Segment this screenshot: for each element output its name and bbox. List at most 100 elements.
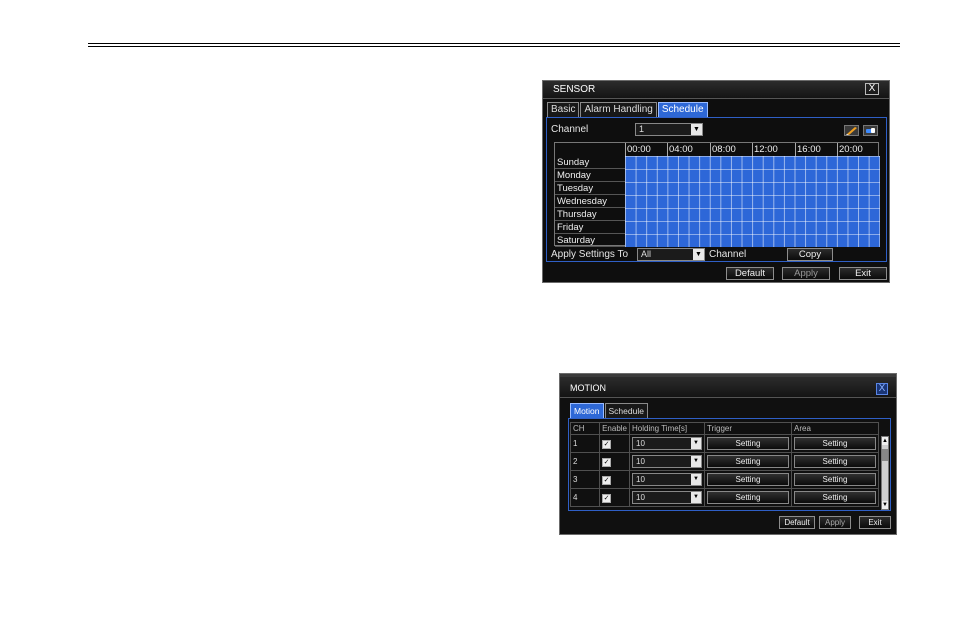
sensor-tabs: Basic Alarm Handling Schedule xyxy=(547,102,709,117)
chevron-down-icon: ▼ xyxy=(691,438,701,449)
apply-settings-label: Apply Settings To xyxy=(551,249,629,260)
tab-alarm-handling[interactable]: Alarm Handling xyxy=(580,102,657,117)
holding-time-select[interactable]: 10 ▼ xyxy=(632,491,702,504)
enable-checkbox[interactable]: ✓ xyxy=(602,493,612,503)
apply-button[interactable]: Apply xyxy=(782,267,830,280)
edit-pencil-icon[interactable] xyxy=(844,125,859,136)
hour-label: 12:00 xyxy=(752,143,778,156)
day-label: Friday xyxy=(555,221,625,234)
day-label: Sunday xyxy=(555,156,625,169)
trigger-cell: Setting xyxy=(704,452,792,471)
area-setting-button[interactable]: Setting xyxy=(794,437,876,450)
tab-schedule[interactable]: Schedule xyxy=(604,403,648,418)
header-rule-thin xyxy=(88,46,900,47)
sensor-dialog: SENSOR X Basic Alarm Handling Schedule C… xyxy=(542,80,890,283)
scroll-up-icon[interactable]: ▲ xyxy=(882,437,888,445)
hour-label: 04:00 xyxy=(667,143,693,156)
hour-header: 00:00 04:00 08:00 12:00 16:00 20:00 xyxy=(625,143,880,156)
enable-cell: ✓ xyxy=(599,452,630,471)
holding-cell: 10 ▼ xyxy=(629,452,705,471)
enable-checkbox[interactable]: ✓ xyxy=(602,439,612,449)
holding-time-select[interactable]: 10 ▼ xyxy=(632,437,702,450)
column-header: CH xyxy=(569,422,601,435)
ch-cell: 2 xyxy=(569,452,601,471)
chevron-down-icon: ▼ xyxy=(691,124,702,135)
default-button[interactable]: Default xyxy=(779,516,815,529)
sensor-title: SENSOR xyxy=(553,84,596,95)
table-row: 2 ✓ 10 ▼ Setting Setting xyxy=(569,452,879,471)
trigger-setting-button[interactable]: Setting xyxy=(707,437,789,450)
day-list: Sunday Monday Tuesday Wednesday Thursday… xyxy=(555,156,625,247)
enable-cell: ✓ xyxy=(599,470,630,489)
holding-cell: 10 ▼ xyxy=(629,470,705,489)
area-cell: Setting xyxy=(791,452,879,471)
trigger-setting-button[interactable]: Setting xyxy=(707,491,789,504)
holding-time-select[interactable]: 10 ▼ xyxy=(632,473,702,486)
ch-cell: 3 xyxy=(569,470,601,489)
apply-button[interactable]: Apply xyxy=(819,516,851,529)
channel-select[interactable]: 1 ▼ xyxy=(635,123,703,136)
holding-cell: 10 ▼ xyxy=(629,434,705,453)
area-setting-button[interactable]: Setting xyxy=(794,473,876,486)
trigger-cell: Setting xyxy=(704,488,792,507)
table-scrollbar[interactable]: ▲ ▼ xyxy=(881,436,889,510)
enable-cell: ✓ xyxy=(599,488,630,507)
tab-motion[interactable]: Motion xyxy=(570,403,604,418)
day-label: Saturday xyxy=(555,234,625,247)
motion-title: MOTION xyxy=(570,383,606,393)
copy-button[interactable]: Copy xyxy=(787,248,833,261)
apply-to-value: All xyxy=(641,249,652,259)
day-label: Monday xyxy=(555,169,625,182)
chevron-down-icon: ▼ xyxy=(693,249,704,260)
motion-tabs: Motion Schedule xyxy=(570,403,649,418)
area-cell: Setting xyxy=(791,488,879,507)
scroll-thumb[interactable] xyxy=(882,449,888,461)
column-header: Enable xyxy=(599,422,630,435)
hour-label: 20:00 xyxy=(837,143,863,156)
trigger-cell: Setting xyxy=(704,470,792,489)
motion-titlebar: MOTION X xyxy=(560,374,896,398)
tab-basic[interactable]: Basic xyxy=(547,102,580,117)
erase-icon[interactable] xyxy=(863,125,878,136)
holding-time-value: 10 xyxy=(636,475,645,484)
column-header: Trigger xyxy=(704,422,792,435)
default-button[interactable]: Default xyxy=(726,267,774,280)
apply-to-select[interactable]: All ▼ xyxy=(637,248,705,261)
exit-button[interactable]: Exit xyxy=(839,267,887,280)
chevron-down-icon: ▼ xyxy=(691,474,701,485)
close-icon[interactable]: X xyxy=(876,383,888,395)
enable-cell: ✓ xyxy=(599,434,630,453)
weekly-schedule: 00:00 04:00 08:00 12:00 16:00 20:00 Sund… xyxy=(554,142,880,247)
area-setting-button[interactable]: Setting xyxy=(794,455,876,468)
trigger-setting-button[interactable]: Setting xyxy=(707,473,789,486)
enable-checkbox[interactable]: ✓ xyxy=(602,475,612,485)
close-icon[interactable]: X xyxy=(865,83,879,95)
column-header: Area xyxy=(791,422,879,435)
scroll-down-icon[interactable]: ▼ xyxy=(882,501,888,509)
channel-label: Channel xyxy=(551,124,589,135)
ch-cell: 4 xyxy=(569,488,601,507)
motion-table: CH Enable Holding Time[s] Trigger Area 1… xyxy=(569,422,879,507)
trigger-setting-button[interactable]: Setting xyxy=(707,455,789,468)
hour-label: 16:00 xyxy=(795,143,821,156)
table-header-row: CH Enable Holding Time[s] Trigger Area xyxy=(569,422,879,435)
table-row: 1 ✓ 10 ▼ Setting Setting xyxy=(569,434,879,453)
ch-cell: 1 xyxy=(569,434,601,453)
area-setting-button[interactable]: Setting xyxy=(794,491,876,504)
enable-checkbox[interactable]: ✓ xyxy=(602,457,612,467)
table-row: 3 ✓ 10 ▼ Setting Setting xyxy=(569,470,879,489)
tab-schedule[interactable]: Schedule xyxy=(657,102,708,117)
holding-time-value: 10 xyxy=(636,439,645,448)
holding-time-select[interactable]: 10 ▼ xyxy=(632,455,702,468)
chevron-down-icon: ▼ xyxy=(691,456,701,467)
holding-time-value: 10 xyxy=(636,457,645,466)
hour-label: 08:00 xyxy=(710,143,736,156)
holding-time-value: 10 xyxy=(636,493,645,502)
channel-word: Channel xyxy=(709,249,747,260)
schedule-grid[interactable] xyxy=(625,156,880,247)
header-rule xyxy=(88,43,900,44)
channel-select-value: 1 xyxy=(639,124,645,134)
column-header: Holding Time[s] xyxy=(629,422,705,435)
area-cell: Setting xyxy=(791,434,879,453)
exit-button[interactable]: Exit xyxy=(859,516,891,529)
